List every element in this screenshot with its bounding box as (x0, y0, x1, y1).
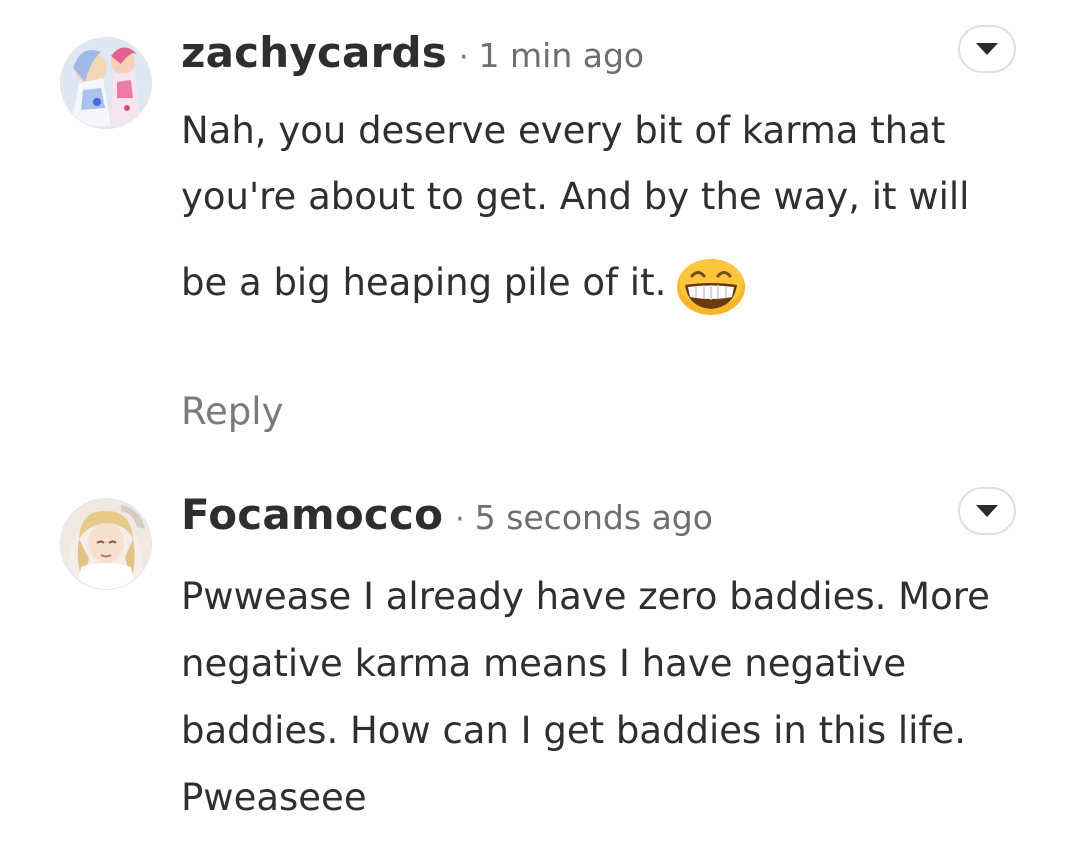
comment-line: be a big heaping pile of it. (181, 261, 667, 304)
separator: · (455, 502, 465, 537)
comment-line: you're about to get. And by the way, it … (181, 175, 970, 218)
chevron-down-icon (976, 43, 998, 55)
comment-menu-button[interactable] (958, 25, 1016, 73)
comment-line: negative karma means I have negative (181, 642, 907, 685)
username[interactable]: zachycards (181, 28, 447, 77)
comment-line: baddies. How can I get baddies in this l… (181, 709, 966, 752)
comment-line: Pwwease I already have zero baddies. Mor… (181, 575, 990, 618)
avatar-image (61, 38, 151, 128)
chevron-down-icon (976, 505, 998, 517)
comment-header: Focamocco · 5 seconds ago (181, 490, 713, 539)
separator: · (458, 40, 469, 75)
comment: Focamocco · 5 seconds ago Pwwease I alre… (0, 460, 1080, 864)
avatar[interactable] (60, 37, 152, 129)
comment-header: zachycards · 1 min ago (181, 28, 644, 77)
avatar-image (61, 499, 151, 589)
timestamp: 1 min ago (478, 36, 645, 75)
comment-body: Nah, you deserve every bit of karma that… (181, 98, 1021, 316)
username[interactable]: Focamocco (181, 490, 443, 539)
comment-menu-button[interactable] (958, 487, 1016, 535)
comment-body: Pwwease I already have zero baddies. Mor… (181, 563, 1021, 831)
avatar[interactable] (60, 498, 152, 590)
grinning-face-emoji (677, 259, 746, 315)
comment-line: Nah, you deserve every bit of karma that (181, 109, 946, 152)
comment-line: Pweaseee (181, 776, 367, 819)
comment: zachycards · 1 min ago Nah, you deserve … (0, 0, 1080, 450)
timestamp: 5 seconds ago (474, 498, 713, 537)
reply-button[interactable]: Reply (181, 390, 283, 433)
